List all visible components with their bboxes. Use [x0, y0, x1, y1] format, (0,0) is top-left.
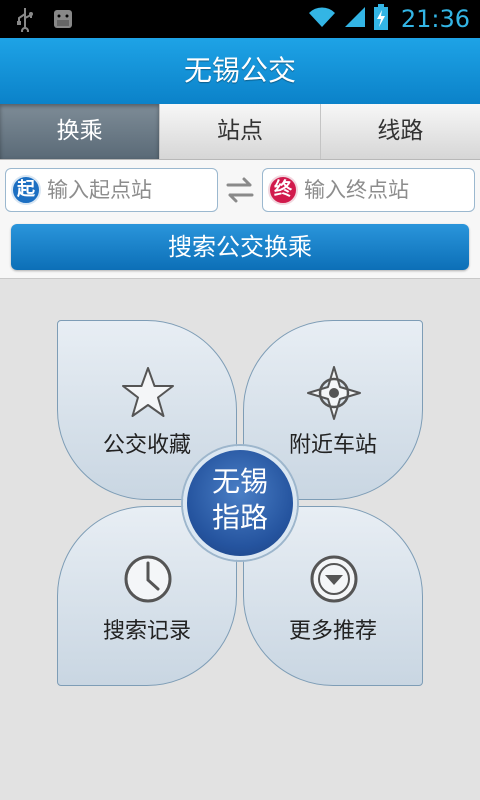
start-station-input[interactable]	[47, 175, 212, 205]
android-debug-icon	[50, 6, 76, 36]
menu-more-label: 更多推荐	[288, 619, 377, 644]
page-title: 无锡公交	[183, 54, 296, 87]
end-station-input[interactable]	[304, 175, 469, 205]
star-icon	[120, 365, 176, 421]
end-badge: 终	[268, 175, 298, 205]
clock-icon	[120, 551, 176, 607]
dropdown-circle-icon	[306, 551, 362, 607]
title-bar: 无锡公交	[0, 38, 480, 105]
signal-icon	[343, 5, 367, 33]
status-bar: 21:36	[0, 0, 480, 38]
search-transfer-button[interactable]: 搜索公交换乘	[11, 224, 469, 270]
start-badge: 起	[11, 175, 41, 205]
center-line-1: 无锡	[211, 465, 268, 498]
center-line-2: 指路	[211, 501, 268, 534]
wifi-icon	[307, 5, 337, 33]
tab-stations[interactable]: 站点	[160, 104, 321, 159]
swap-icon[interactable]	[224, 174, 256, 206]
tab-routes[interactable]: 线路	[321, 104, 480, 159]
battery-charging-icon	[373, 3, 389, 35]
tab-transfer[interactable]: 换乘	[0, 104, 161, 159]
transfer-search-panel: 起 终 搜索公交换乘	[0, 160, 480, 279]
menu-history-label: 搜索记录	[102, 619, 191, 644]
wuxi-guide-button[interactable]: 无锡 指路	[183, 446, 297, 560]
start-station-field[interactable]: 起	[5, 168, 218, 212]
compass-icon	[306, 365, 362, 421]
quick-menu: 公交收藏 附近车站 搜索记录 更多推荐 无锡 指路	[57, 320, 423, 686]
tab-bar: 换乘 站点 线路	[0, 104, 480, 160]
end-station-field[interactable]: 终	[262, 168, 475, 212]
status-time: 21:36	[400, 5, 470, 33]
usb-icon	[14, 6, 36, 36]
